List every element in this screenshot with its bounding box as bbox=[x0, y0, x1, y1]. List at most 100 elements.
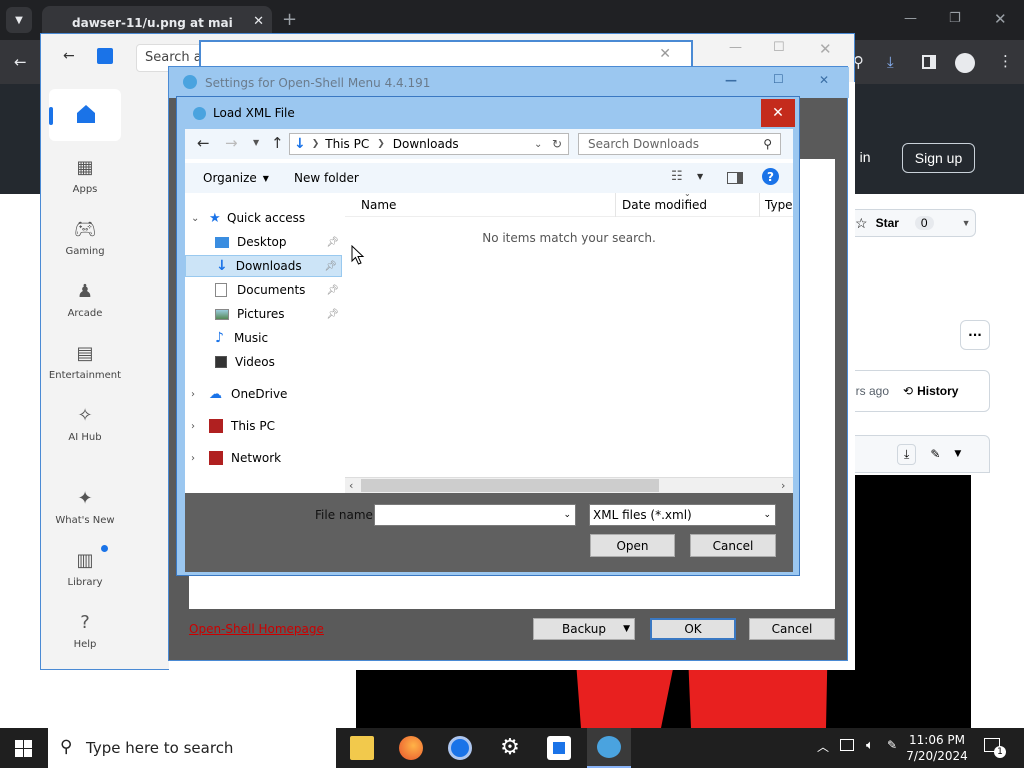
maximize-icon[interactable]: ☐ bbox=[773, 72, 784, 86]
new-folder-button[interactable]: New folder bbox=[294, 171, 359, 185]
column-name[interactable]: Name bbox=[361, 198, 396, 212]
store-nav-help[interactable]: ? Help bbox=[41, 611, 129, 651]
breadcrumb-downloads[interactable]: Downloads bbox=[393, 137, 459, 151]
search-downloads-input[interactable]: Search Downloads ⚲ bbox=[578, 133, 781, 155]
cancel-button[interactable]: Cancel bbox=[749, 618, 835, 640]
close-button[interactable]: ✕ bbox=[761, 99, 795, 127]
more-options-button[interactable]: ··· bbox=[960, 320, 990, 350]
store-nav-whats-new[interactable]: ✦ What's New bbox=[41, 487, 129, 527]
nav-documents[interactable]: Documents 📌︎ bbox=[215, 279, 343, 301]
chevron-down-icon[interactable]: ▼ bbox=[962, 218, 971, 228]
history-icon: ⟲ bbox=[903, 384, 914, 398]
edit-icon[interactable]: ✎ bbox=[930, 447, 940, 461]
pin-icon[interactable]: 📌︎ bbox=[326, 237, 339, 248]
forward-icon[interactable]: → bbox=[225, 134, 238, 152]
address-box[interactable]: ↓ ❯ This PC ❯ Downloads ⌄ ↻ bbox=[289, 133, 569, 155]
help-icon[interactable]: ? bbox=[762, 168, 779, 185]
column-divider[interactable] bbox=[759, 193, 760, 217]
view-options-icon[interactable]: ☷ bbox=[671, 169, 683, 184]
settings-gear-icon[interactable]: ⚙ bbox=[498, 736, 522, 760]
nav-this-pc[interactable]: › This PC bbox=[191, 415, 275, 437]
windows-start-icon[interactable] bbox=[15, 740, 32, 757]
file-explorer-icon[interactable] bbox=[350, 736, 374, 760]
store-nav-arcade[interactable]: ♟ Arcade bbox=[41, 280, 129, 320]
nav-downloads[interactable]: ↓ Downloads 📌︎ bbox=[185, 255, 342, 277]
download-icon[interactable]: ⤓ bbox=[887, 53, 894, 71]
sign-up-button[interactable]: Sign up bbox=[902, 143, 975, 173]
store-nav-library[interactable]: ▥ Library bbox=[41, 545, 129, 588]
minimize-icon[interactable]: — bbox=[725, 73, 737, 87]
nav-pictures[interactable]: Pictures 📌︎ bbox=[215, 303, 343, 325]
restore-icon[interactable]: ❐ bbox=[949, 11, 961, 26]
volume-muted-icon[interactable]: 🔈︎ bbox=[866, 738, 874, 753]
column-date-modified[interactable]: Date modified bbox=[622, 198, 707, 212]
pin-icon[interactable]: 📌︎ bbox=[326, 309, 339, 320]
minimize-icon[interactable]: — bbox=[904, 11, 917, 26]
taskbar-search-box[interactable]: ⚲ Type here to search bbox=[48, 728, 336, 768]
store-nav-entertainment[interactable]: ▤ Entertainment bbox=[41, 342, 129, 382]
chevron-down-icon[interactable]: ▼ bbox=[954, 449, 961, 459]
backup-button[interactable]: Backup ▼ bbox=[533, 618, 635, 640]
nav-desktop[interactable]: Desktop 📌︎ bbox=[215, 231, 343, 253]
file-type-select[interactable]: XML files (*.xml) ⌄ bbox=[589, 504, 776, 526]
chevron-down-icon[interactable]: ⌄ bbox=[563, 510, 571, 520]
breadcrumb-this-pc[interactable]: This PC bbox=[325, 137, 369, 151]
file-name-input[interactable]: ⌄ bbox=[374, 504, 576, 526]
back-icon[interactable]: ← bbox=[197, 134, 210, 152]
open-button[interactable]: Open bbox=[590, 534, 675, 557]
taskbar-clock[interactable]: 11:06 PM 7/20/2024 bbox=[902, 732, 972, 764]
nav-network[interactable]: › Network bbox=[191, 447, 281, 469]
close-icon[interactable]: ✕ bbox=[659, 46, 671, 62]
scroll-thumb[interactable] bbox=[361, 479, 659, 492]
nav-quick-access[interactable]: ⌄ ★ Quick access bbox=[191, 207, 305, 229]
ok-button[interactable]: OK bbox=[650, 618, 736, 640]
menu-icon[interactable]: ⋮ bbox=[998, 52, 1013, 70]
side-panel-icon[interactable] bbox=[922, 55, 936, 69]
organize-button[interactable]: Organize ▼ bbox=[203, 171, 269, 185]
expand-right-icon: › bbox=[191, 420, 195, 432]
store-icon[interactable] bbox=[547, 736, 571, 760]
recent-locations-icon[interactable]: ▼ bbox=[253, 138, 259, 147]
store-nav-gaming[interactable]: 🎮︎ Gaming bbox=[41, 218, 129, 258]
back-icon[interactable]: ← bbox=[14, 53, 27, 71]
cancel-button[interactable]: Cancel bbox=[690, 534, 776, 557]
minimize-icon[interactable]: — bbox=[729, 40, 742, 55]
store-nav-ai-hub[interactable]: ✧ AI Hub bbox=[41, 404, 129, 444]
chrome-icon[interactable] bbox=[448, 736, 472, 760]
download-raw-icon[interactable]: ⤓ bbox=[897, 443, 917, 465]
back-icon[interactable]: ← bbox=[63, 48, 75, 64]
star-button[interactable]: ☆ Star 0 ▼ bbox=[848, 209, 976, 237]
network-status-icon[interactable] bbox=[840, 739, 854, 751]
close-icon[interactable]: ✕ bbox=[819, 73, 829, 87]
column-type[interactable]: Type bbox=[765, 198, 793, 212]
tab-search-button[interactable]: ▼ bbox=[6, 7, 32, 33]
pin-icon[interactable]: 📌︎ bbox=[326, 285, 339, 296]
close-window-icon[interactable]: ✕ bbox=[994, 10, 1007, 28]
pin-icon[interactable]: 📌︎ bbox=[324, 261, 337, 272]
store-nav-apps[interactable]: ▦ Apps bbox=[41, 156, 129, 196]
new-tab-button[interactable]: + bbox=[282, 9, 297, 30]
horizontal-scrollbar[interactable]: ‹ › bbox=[345, 477, 793, 493]
scroll-left-icon[interactable]: ‹ bbox=[349, 479, 353, 492]
maximize-icon[interactable]: ☐ bbox=[773, 40, 785, 55]
close-icon[interactable]: ✕ bbox=[819, 40, 832, 58]
nav-music[interactable]: ♪ Music bbox=[215, 327, 268, 349]
scroll-right-icon[interactable]: › bbox=[781, 479, 785, 492]
firefox-icon[interactable] bbox=[399, 736, 423, 760]
nav-videos[interactable]: Videos bbox=[215, 351, 275, 373]
chevron-down-icon[interactable]: ▼ bbox=[697, 172, 703, 181]
chevron-up-icon[interactable]: ︿ bbox=[817, 738, 829, 755]
column-divider[interactable] bbox=[615, 193, 616, 217]
history-button[interactable]: urs ago ⟲ History bbox=[848, 370, 990, 412]
homepage-link[interactable]: Open-Shell Homepage bbox=[189, 622, 324, 636]
chevron-down-icon[interactable]: ⌄ bbox=[534, 139, 542, 150]
profile-icon[interactable] bbox=[955, 53, 975, 73]
store-nav-home[interactable] bbox=[49, 89, 121, 141]
up-icon[interactable]: ↑ bbox=[271, 134, 284, 152]
refresh-icon[interactable]: ↻ bbox=[552, 137, 562, 151]
open-shell-taskbar-item[interactable] bbox=[587, 728, 631, 768]
nav-onedrive[interactable]: › ☁ OneDrive bbox=[191, 383, 287, 405]
pen-icon[interactable]: ✎ bbox=[887, 738, 897, 752]
close-tab-icon[interactable]: ✕ bbox=[253, 14, 264, 29]
preview-pane-icon[interactable] bbox=[727, 172, 743, 184]
